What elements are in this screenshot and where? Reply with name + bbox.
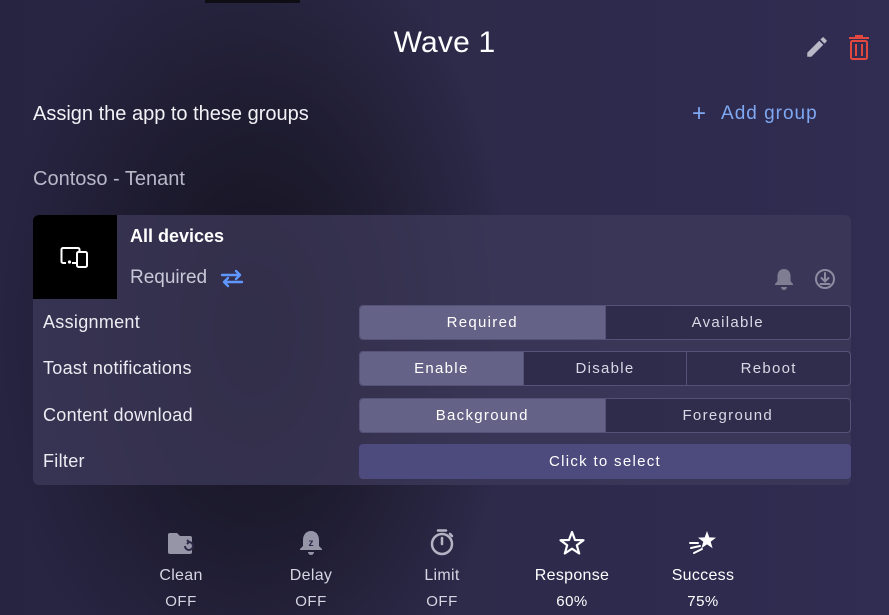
toast-option-reboot[interactable]: Reboot — [686, 352, 850, 385]
stat-clean-value: OFF — [165, 593, 197, 610]
plus-icon: + — [692, 100, 708, 127]
group-name: All devices — [130, 226, 225, 246]
bell-icon: z — [300, 531, 322, 555]
stats-bar: Clean OFF z Delay OFF Limit OFF Response… — [0, 525, 889, 615]
add-group-button[interactable]: + Add group — [692, 100, 818, 127]
group-card: All devices Required Assignment Required… — [33, 215, 851, 485]
stat-success[interactable]: Success 75% — [648, 525, 758, 610]
stat-delay[interactable]: z Delay OFF — [256, 525, 366, 610]
top-edge — [205, 0, 300, 3]
notification-bell-icon[interactable] — [773, 267, 795, 291]
swap-icon[interactable] — [219, 268, 245, 288]
content-toggle: Background Foreground — [359, 398, 851, 433]
group-mode-label: Required — [130, 267, 208, 288]
delete-button[interactable] — [845, 32, 873, 62]
content-label: Content download — [43, 405, 193, 425]
edit-button[interactable] — [802, 32, 832, 62]
stat-limit-label: Limit — [424, 567, 460, 584]
star-icon — [559, 530, 585, 555]
download-icon[interactable] — [813, 267, 837, 291]
stat-clean-label: Clean — [159, 567, 203, 584]
stat-success-label: Success — [671, 567, 735, 584]
stat-clean[interactable]: Clean OFF — [126, 525, 236, 610]
shooting-star-icon — [689, 531, 716, 554]
page-title: Wave 1 — [393, 26, 496, 59]
stat-response-label: Response — [534, 567, 610, 584]
content-option-foreground[interactable]: Foreground — [604, 399, 851, 432]
group-mode: Required — [130, 267, 245, 289]
assignment-option-available[interactable]: Available — [604, 306, 851, 339]
trash-icon — [849, 35, 869, 60]
assignment-label: Assignment — [43, 312, 141, 332]
toast-option-disable[interactable]: Disable — [522, 352, 687, 385]
add-group-label: Add group — [721, 103, 818, 124]
stat-response-value: 60% — [556, 593, 588, 610]
filter-label: Filter — [43, 451, 85, 471]
tenant-label: Contoso - Tenant — [33, 168, 185, 190]
pencil-icon — [807, 37, 827, 57]
device-tile — [33, 215, 117, 299]
stat-response[interactable]: Response 60% — [517, 525, 627, 610]
toast-label: Toast notifications — [43, 358, 192, 378]
assignment-option-required[interactable]: Required — [360, 306, 605, 339]
devices-icon — [60, 247, 88, 268]
svg-text:z: z — [309, 538, 314, 549]
timer-icon — [430, 529, 454, 556]
stat-delay-label: Delay — [289, 567, 333, 584]
assign-label: Assign the app to these groups — [33, 103, 309, 125]
stat-delay-value: OFF — [295, 593, 327, 610]
toast-toggle: Enable Disable Reboot — [359, 351, 851, 386]
filter-select-button[interactable]: Click to select — [359, 444, 851, 479]
folder-icon — [168, 533, 194, 554]
toast-option-enable[interactable]: Enable — [360, 352, 523, 385]
stat-limit[interactable]: Limit OFF — [387, 525, 497, 610]
content-option-background[interactable]: Background — [360, 399, 605, 432]
stat-limit-value: OFF — [426, 593, 458, 610]
stat-success-value: 75% — [687, 593, 719, 610]
assignment-toggle: Required Available — [359, 305, 851, 340]
